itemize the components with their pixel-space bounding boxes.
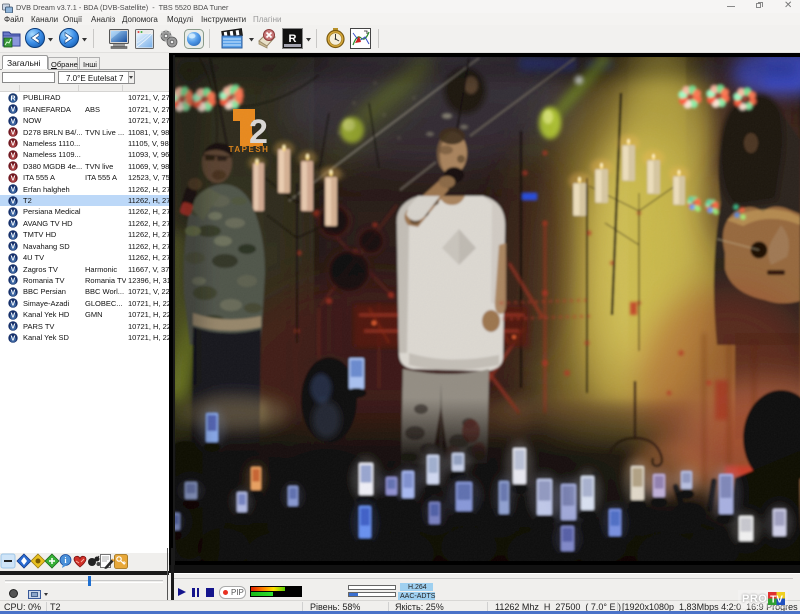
svg-text:V: V <box>11 335 16 342</box>
svg-text:V: V <box>11 267 16 274</box>
svg-text:V: V <box>11 164 16 171</box>
svg-text:V: V <box>11 198 16 205</box>
svg-text:V: V <box>11 289 16 296</box>
svg-text:V: V <box>11 221 16 228</box>
svg-text:V: V <box>11 141 16 148</box>
svg-text:TV: TV <box>770 595 783 606</box>
svg-text:R: R <box>289 33 297 45</box>
svg-text:V: V <box>11 152 16 159</box>
svg-text:V: V <box>11 244 16 251</box>
svg-text:R: R <box>10 95 15 102</box>
svg-text:V: V <box>11 301 16 308</box>
svg-text:V: V <box>11 210 16 217</box>
svg-text:V: V <box>11 278 16 285</box>
svg-text:V: V <box>11 232 16 239</box>
svg-text:V: V <box>11 175 16 182</box>
svg-text:V: V <box>11 255 16 262</box>
svg-text:V: V <box>11 187 16 194</box>
svg-text:V: V <box>11 118 16 125</box>
svg-text:V: V <box>11 130 16 137</box>
svg-text:V: V <box>11 324 16 331</box>
svg-text:V: V <box>11 107 16 114</box>
svg-text:V: V <box>11 312 16 319</box>
